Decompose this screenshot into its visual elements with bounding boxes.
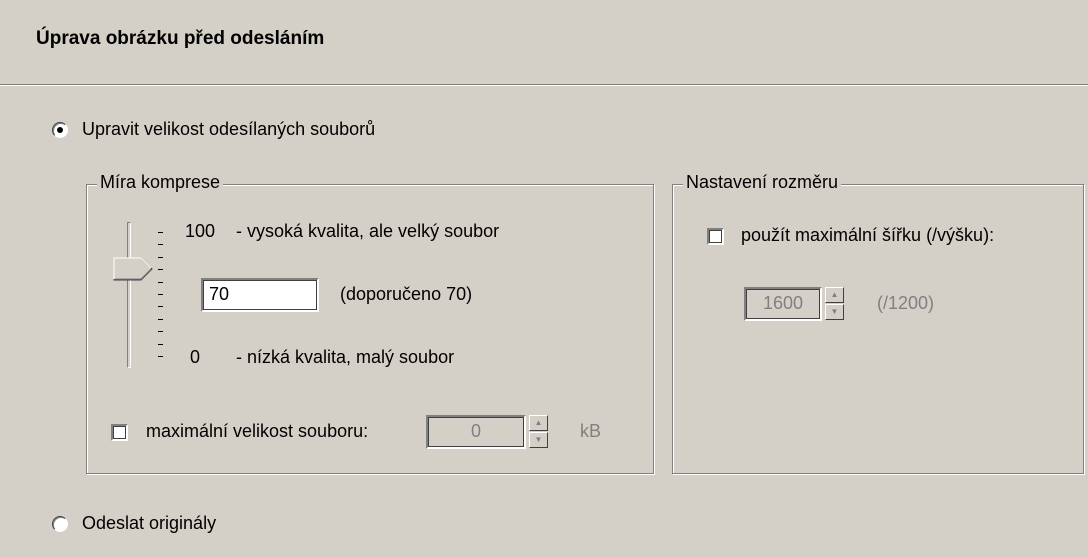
recommended-hint: (doporučeno 70) [340,284,473,304]
slider-tick [158,244,163,246]
slider-tick [158,356,163,357]
compression-value-input[interactable]: 70 [201,278,319,312]
max-quality-description: - vysoká kvalita, ale velký soubor [236,221,500,241]
slider-tick [158,343,163,345]
slider-tick [158,294,163,295]
compression-slider-thumb[interactable] [113,257,153,281]
original-radio[interactable] [52,516,68,532]
slider-tick [158,232,163,233]
slider-tick [158,331,163,333]
slider-tick [158,306,163,308]
original-radio-label[interactable]: Odeslat originály [82,513,216,534]
min-quality-description: - nízká kvalita, malý soubor [236,347,455,367]
resize-radio[interactable] [52,122,68,138]
max-size-spinner[interactable]: ▲ ▼ [529,415,548,449]
spin-down-icon[interactable]: ▼ [825,304,844,320]
compression-legend: Míra komprese [97,172,224,193]
section-header: Úprava obrázku před odesláním [0,0,1088,86]
spin-down-icon[interactable]: ▼ [529,432,548,448]
max-width-spinner[interactable]: ▲ ▼ [825,287,844,321]
slider-tick [158,318,163,320]
max-size-label[interactable]: maximální velikost souboru: [146,421,368,442]
spin-up-icon[interactable]: ▲ [529,415,548,431]
max-width-checkbox[interactable] [707,228,724,245]
dimensions-legend: Nastavení rozměru [683,172,842,193]
slider-tick [158,281,163,283]
max-size-input[interactable]: 0 [426,415,526,449]
height-hint: (/1200) [877,293,935,313]
compression-slider-track[interactable] [127,222,131,368]
max-size-unit: kB [580,421,602,441]
slider-tick [158,269,163,271]
section-title: Úprava obrázku před odesláním [36,28,325,49]
max-width-label[interactable]: použít maximální šířku (/výšku): [741,225,994,246]
max-size-checkbox[interactable] [111,424,128,441]
min-quality-value: 0 [190,347,201,367]
resize-radio-label[interactable]: Upravit velikost odesílaných souborů [82,119,375,140]
max-width-input[interactable]: 1600 [744,287,822,321]
spin-up-icon[interactable]: ▲ [825,287,844,303]
slider-tick [158,256,163,258]
max-quality-value: 100 [185,221,216,241]
